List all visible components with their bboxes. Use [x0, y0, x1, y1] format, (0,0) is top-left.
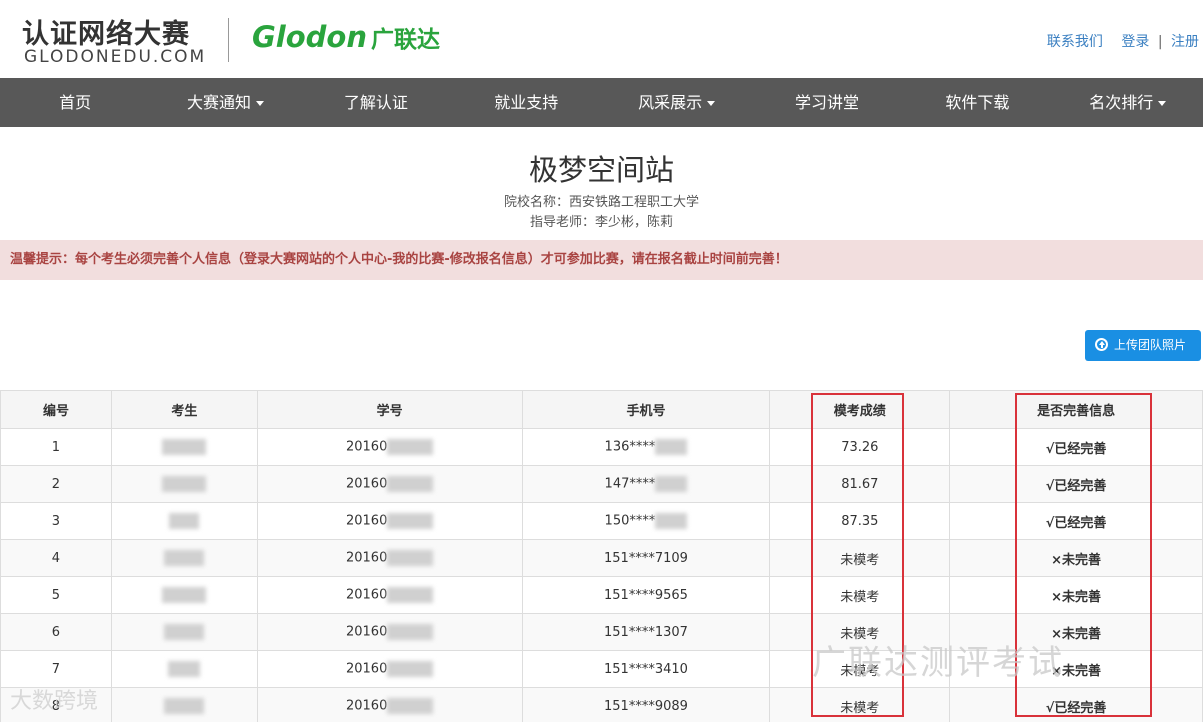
upload-team-photo-button[interactable]: 上传团队照片 — [1085, 330, 1201, 361]
col-header-no: 编号 — [0, 390, 112, 429]
cell-no: 6 — [0, 613, 112, 651]
cell-phone: 151****1307 — [521, 613, 771, 651]
nav-item-notices[interactable]: 大赛通知 — [150, 78, 300, 127]
redacted-name — [162, 476, 207, 492]
cell-student — [110, 465, 258, 503]
register-link[interactable]: 注册 — [1171, 34, 1199, 50]
redacted-id — [387, 513, 434, 529]
glodon-logo[interactable]: Glodon 广联达 — [252, 20, 440, 54]
redacted-name — [164, 550, 205, 566]
cell-student — [110, 539, 258, 577]
redacted-phone — [655, 513, 688, 529]
cell-student-id: 20160 — [256, 428, 523, 466]
cell-student-id: 20160 — [256, 465, 523, 503]
redacted-name — [162, 587, 207, 603]
redacted-id — [387, 661, 434, 677]
chevron-down-icon — [707, 101, 716, 106]
login-link[interactable]: 登录 — [1121, 34, 1149, 50]
redacted-id — [387, 698, 434, 714]
cell-no: 4 — [0, 539, 112, 577]
chevron-down-icon — [1158, 101, 1167, 106]
cell-no: 3 — [0, 502, 112, 540]
redacted-id — [387, 550, 434, 566]
cell-student-id: 20160 — [256, 502, 523, 540]
nav-item-ranking[interactable]: 名次排行 — [1053, 78, 1203, 127]
redacted-id — [387, 587, 434, 603]
link-separator: | — [1157, 34, 1163, 50]
col-header-student-id: 学号 — [256, 390, 523, 429]
cell-phone: 151****7109 — [521, 539, 771, 577]
cell-no: 7 — [0, 650, 112, 688]
redacted-name — [162, 439, 207, 455]
upload-icon — [1095, 338, 1108, 351]
redacted-name — [169, 513, 200, 529]
cell-student — [110, 687, 258, 722]
watermark-right: 广联达测评考试 — [812, 643, 1064, 683]
cell-student — [110, 502, 258, 540]
cell-student-id: 20160 — [256, 576, 523, 614]
cell-no: 1 — [0, 428, 112, 466]
cell-no: 2 — [0, 465, 112, 503]
cell-student — [110, 613, 258, 651]
nav-item-home[interactable]: 首页 — [0, 78, 150, 127]
contact-link[interactable]: 联系我们 — [1047, 34, 1103, 50]
watermark-left: 大数跨境 — [10, 689, 99, 714]
info-alert: 温馨提示：每个考生必须完善个人信息（登录大赛网站的个人中心-我的比赛-修改报名信… — [0, 240, 1203, 280]
redacted-id — [387, 476, 434, 492]
cell-phone: 147**** — [521, 465, 771, 503]
col-header-phone: 手机号 — [521, 390, 771, 429]
redacted-name — [164, 624, 205, 640]
site-logo-title[interactable]: 认证网络大赛 — [22, 12, 190, 51]
redacted-name — [164, 698, 205, 714]
cell-student-id: 20160 — [256, 539, 523, 577]
logo-divider — [228, 18, 229, 62]
cell-phone: 151****9565 — [521, 576, 771, 614]
top-links: 联系我们 登录 | 注册 — [1033, 31, 1199, 51]
brand-cn: 广联达 — [371, 27, 440, 53]
main-nav: 首页 大赛通知 了解认证 就业支持 风采展示 学习讲堂 软件下载 名次排行 — [0, 78, 1203, 127]
redacted-phone — [655, 476, 688, 492]
cell-phone: 151****9089 — [521, 687, 771, 722]
nav-item-certification[interactable]: 了解认证 — [301, 78, 451, 127]
col-header-student: 考生 — [110, 390, 258, 429]
redacted-id — [387, 439, 434, 455]
cell-student — [110, 650, 258, 688]
cell-phone: 151****3410 — [521, 650, 771, 688]
redacted-phone — [655, 439, 688, 455]
brand-en: Glodon — [252, 20, 367, 54]
cell-student — [110, 428, 258, 466]
chevron-down-icon — [256, 101, 265, 106]
cell-phone: 150**** — [521, 502, 771, 540]
nav-item-downloads[interactable]: 软件下载 — [902, 78, 1052, 127]
teacher-names: 指导老师：李少彬，陈莉 — [529, 215, 673, 230]
nav-item-lectures[interactable]: 学习讲堂 — [752, 78, 902, 127]
nav-item-employment[interactable]: 就业支持 — [451, 78, 601, 127]
site-logo-domain[interactable]: GLODONEDU.COM — [24, 47, 206, 67]
site-header: 认证网络大赛 GLODONEDU.COM Glodon 广联达 联系我们 登录 |… — [0, 0, 1203, 78]
cell-no: 5 — [0, 576, 112, 614]
cell-student — [110, 576, 258, 614]
team-name: 极梦空间站 — [528, 153, 674, 187]
cell-phone: 136**** — [521, 428, 771, 466]
redacted-name — [168, 661, 201, 677]
cell-student-id: 20160 — [256, 650, 523, 688]
cell-student-id: 20160 — [256, 687, 523, 722]
cell-student-id: 20160 — [256, 613, 523, 651]
redacted-id — [387, 624, 434, 640]
nav-item-showcase[interactable]: 风采展示 — [602, 78, 752, 127]
school-name: 院校名称：西安铁路工程职工大学 — [503, 195, 699, 210]
